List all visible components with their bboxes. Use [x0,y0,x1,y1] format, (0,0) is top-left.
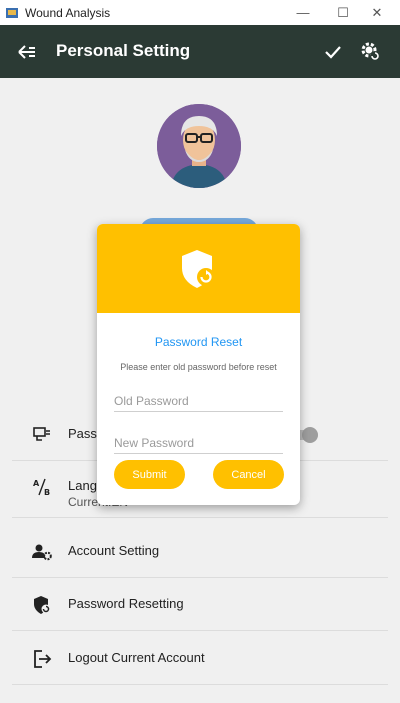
setting-label: Account Setting [68,543,160,558]
check-icon[interactable] [322,41,344,63]
new-password-input[interactable] [114,432,283,454]
password-reset-dialog: Password Reset Please enter old password… [97,224,300,505]
cancel-button[interactable]: Cancel [213,460,284,489]
setting-row-password-reset[interactable]: Password Resetting [12,579,388,631]
avatar[interactable] [157,104,241,188]
svg-text:A: A [33,479,40,488]
setting-label: Password Resetting [68,596,184,611]
logout-icon [34,650,52,668]
old-password-input[interactable] [114,390,283,412]
window-title: Wound Analysis [25,5,111,20]
submit-button[interactable]: Submit [114,460,185,489]
page-title: Personal Setting [56,41,191,60]
svg-text:B: B [44,488,50,497]
dialog-title: Password Reset [154,335,243,349]
close-button[interactable]: ✕ [360,0,394,25]
shield-reset-icon [34,596,51,614]
setting-row-logout[interactable]: Logout Current Account [12,633,388,685]
shield-reset-icon [182,250,215,288]
gear-reset-icon[interactable] [358,39,382,63]
account-gear-icon [32,544,52,561]
avatar-illustration [157,104,241,188]
setting-row-account[interactable]: Account Setting [12,526,388,578]
translate-icon: A B [33,478,50,497]
app-icon [6,7,18,18]
back-arrow-icon[interactable] [16,41,38,63]
maximize-button[interactable]: ☐ [326,0,360,25]
app-bar: Personal Setting [0,25,400,78]
window-titlebar: Wound Analysis — ☐ ✕ [0,0,400,25]
dialog-hint: Please enter old password before reset [120,362,277,372]
minimize-button[interactable]: — [286,0,320,25]
setting-label: Logout Current Account [68,650,205,665]
toggle-knob [302,427,318,443]
dialog-header [97,224,300,313]
display-icon [33,427,50,441]
